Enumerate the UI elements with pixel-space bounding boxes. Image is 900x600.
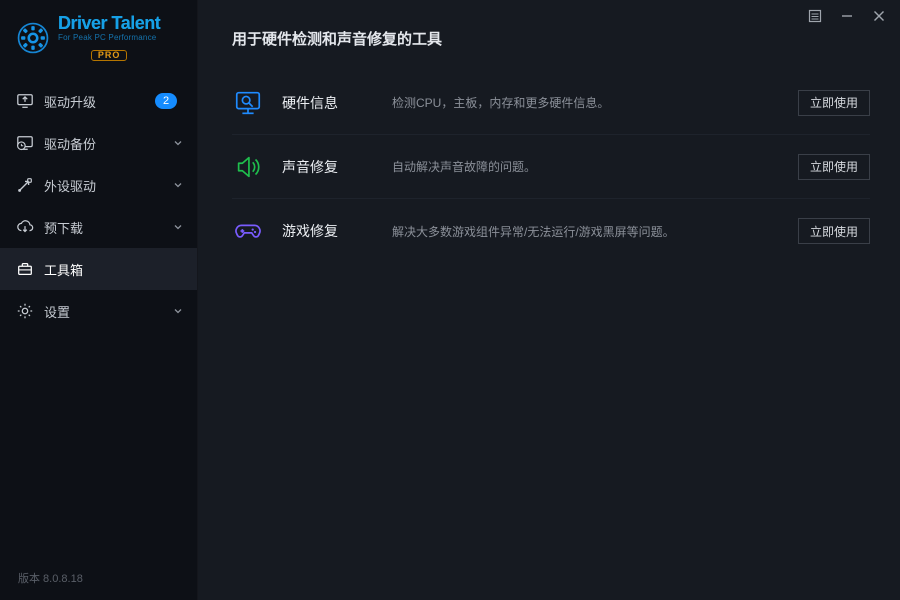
sidebar-item-predownload[interactable]: 预下载 [0, 206, 197, 248]
tool-row-game: 游戏修复 解决大多数游戏组件异常/无法运行/游戏黑屏等问题。 立即使用 [232, 199, 870, 263]
sidebar-item-toolbox[interactable]: 工具箱 [0, 248, 197, 290]
use-now-button[interactable]: 立即使用 [798, 218, 870, 244]
sidebar-badge: 2 [155, 93, 177, 109]
window-controls [794, 0, 900, 32]
logo-gear-icon [16, 21, 50, 55]
version-label: 版本 8.0.8.18 [0, 570, 197, 600]
close-button[interactable] [872, 9, 886, 23]
caret-down-icon [173, 180, 183, 190]
tool-name: 硬件信息 [282, 93, 392, 113]
caret-down-icon [173, 306, 183, 316]
app-logo: Driver Talent For Peak PC Performance PR… [0, 0, 197, 80]
clock-monitor-icon [16, 134, 34, 152]
use-now-button[interactable]: 立即使用 [798, 90, 870, 116]
tool-desc: 解决大多数游戏组件异常/无法运行/游戏黑屏等问题。 [392, 223, 798, 240]
sidebar-item-label: 驱动备份 [44, 134, 173, 153]
caret-down-icon [173, 138, 183, 148]
usb-icon [16, 176, 34, 194]
sidebar-item-label: 驱动升级 [44, 92, 155, 111]
logo-edition-badge: PRO [91, 50, 128, 61]
sidebar-item-settings[interactable]: 设置 [0, 290, 197, 332]
minimize-button[interactable] [840, 9, 854, 23]
sound-repair-icon [232, 151, 264, 183]
sidebar-item-driver-backup[interactable]: 驱动备份 [0, 122, 197, 164]
use-now-button[interactable]: 立即使用 [798, 154, 870, 180]
tool-desc: 检测CPU，主板，内存和更多硬件信息。 [392, 94, 798, 111]
gear-icon [16, 302, 34, 320]
sidebar: Driver Talent For Peak PC Performance PR… [0, 0, 198, 600]
logo-title: Driver Talent [58, 14, 160, 32]
game-repair-icon [232, 215, 264, 247]
sidebar-item-label: 外设驱动 [44, 176, 173, 195]
tool-name: 游戏修复 [282, 221, 392, 241]
tool-row-sound: 声音修复 自动解决声音故障的问题。 立即使用 [232, 135, 870, 199]
hardware-info-icon [232, 87, 264, 119]
sidebar-item-label: 工具箱 [44, 260, 183, 279]
monitor-up-icon [16, 92, 34, 110]
tool-name: 声音修复 [282, 157, 392, 177]
menu-icon[interactable] [808, 9, 822, 23]
sidebar-item-driver-update[interactable]: 驱动升级 2 [0, 80, 197, 122]
sidebar-item-label: 预下载 [44, 218, 173, 237]
page-title: 用于硬件检测和声音修复的工具 [232, 28, 870, 49]
caret-down-icon [173, 222, 183, 232]
toolbox-icon [16, 260, 34, 278]
sidebar-nav: 驱动升级 2 驱动备份 外设驱动 预 [0, 80, 197, 332]
main-content: 用于硬件检测和声音修复的工具 硬件信息 检测CPU，主板，内存和更多硬件信息。 … [198, 0, 900, 600]
sidebar-item-label: 设置 [44, 302, 173, 321]
tool-row-hardware: 硬件信息 检测CPU，主板，内存和更多硬件信息。 立即使用 [232, 71, 870, 135]
tool-desc: 自动解决声音故障的问题。 [392, 158, 798, 175]
cloud-download-icon [16, 218, 34, 236]
sidebar-item-peripheral[interactable]: 外设驱动 [0, 164, 197, 206]
logo-subtitle: For Peak PC Performance [58, 34, 160, 42]
